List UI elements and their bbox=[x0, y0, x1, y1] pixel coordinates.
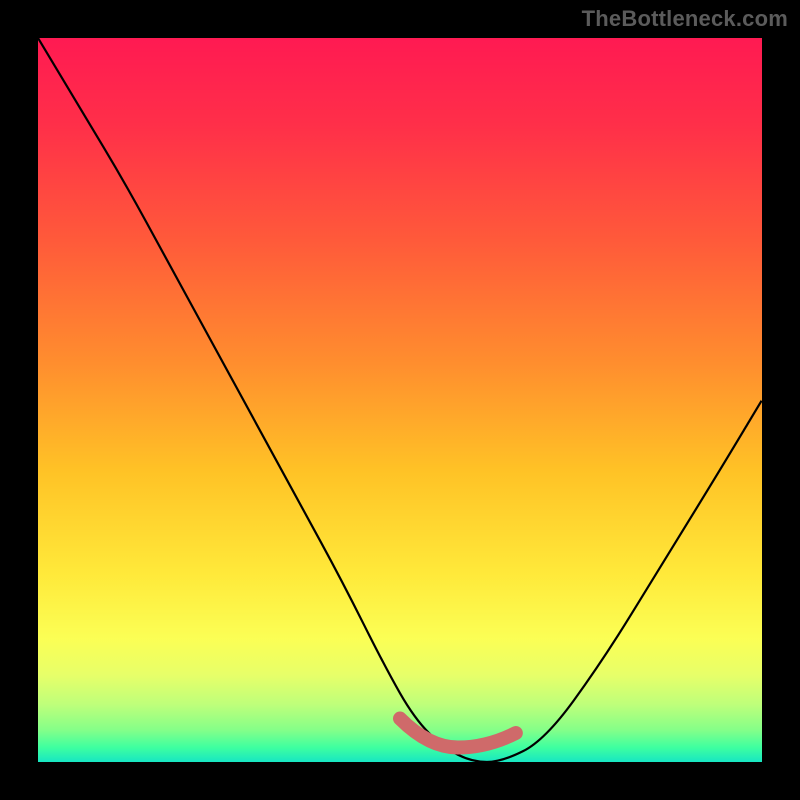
chart-frame: TheBottleneck.com bbox=[0, 0, 800, 800]
curve-line bbox=[38, 38, 762, 762]
plot-area bbox=[38, 38, 762, 762]
watermark-text: TheBottleneck.com bbox=[582, 6, 788, 32]
highlight-segment bbox=[400, 719, 516, 748]
bottleneck-curve bbox=[38, 38, 762, 762]
